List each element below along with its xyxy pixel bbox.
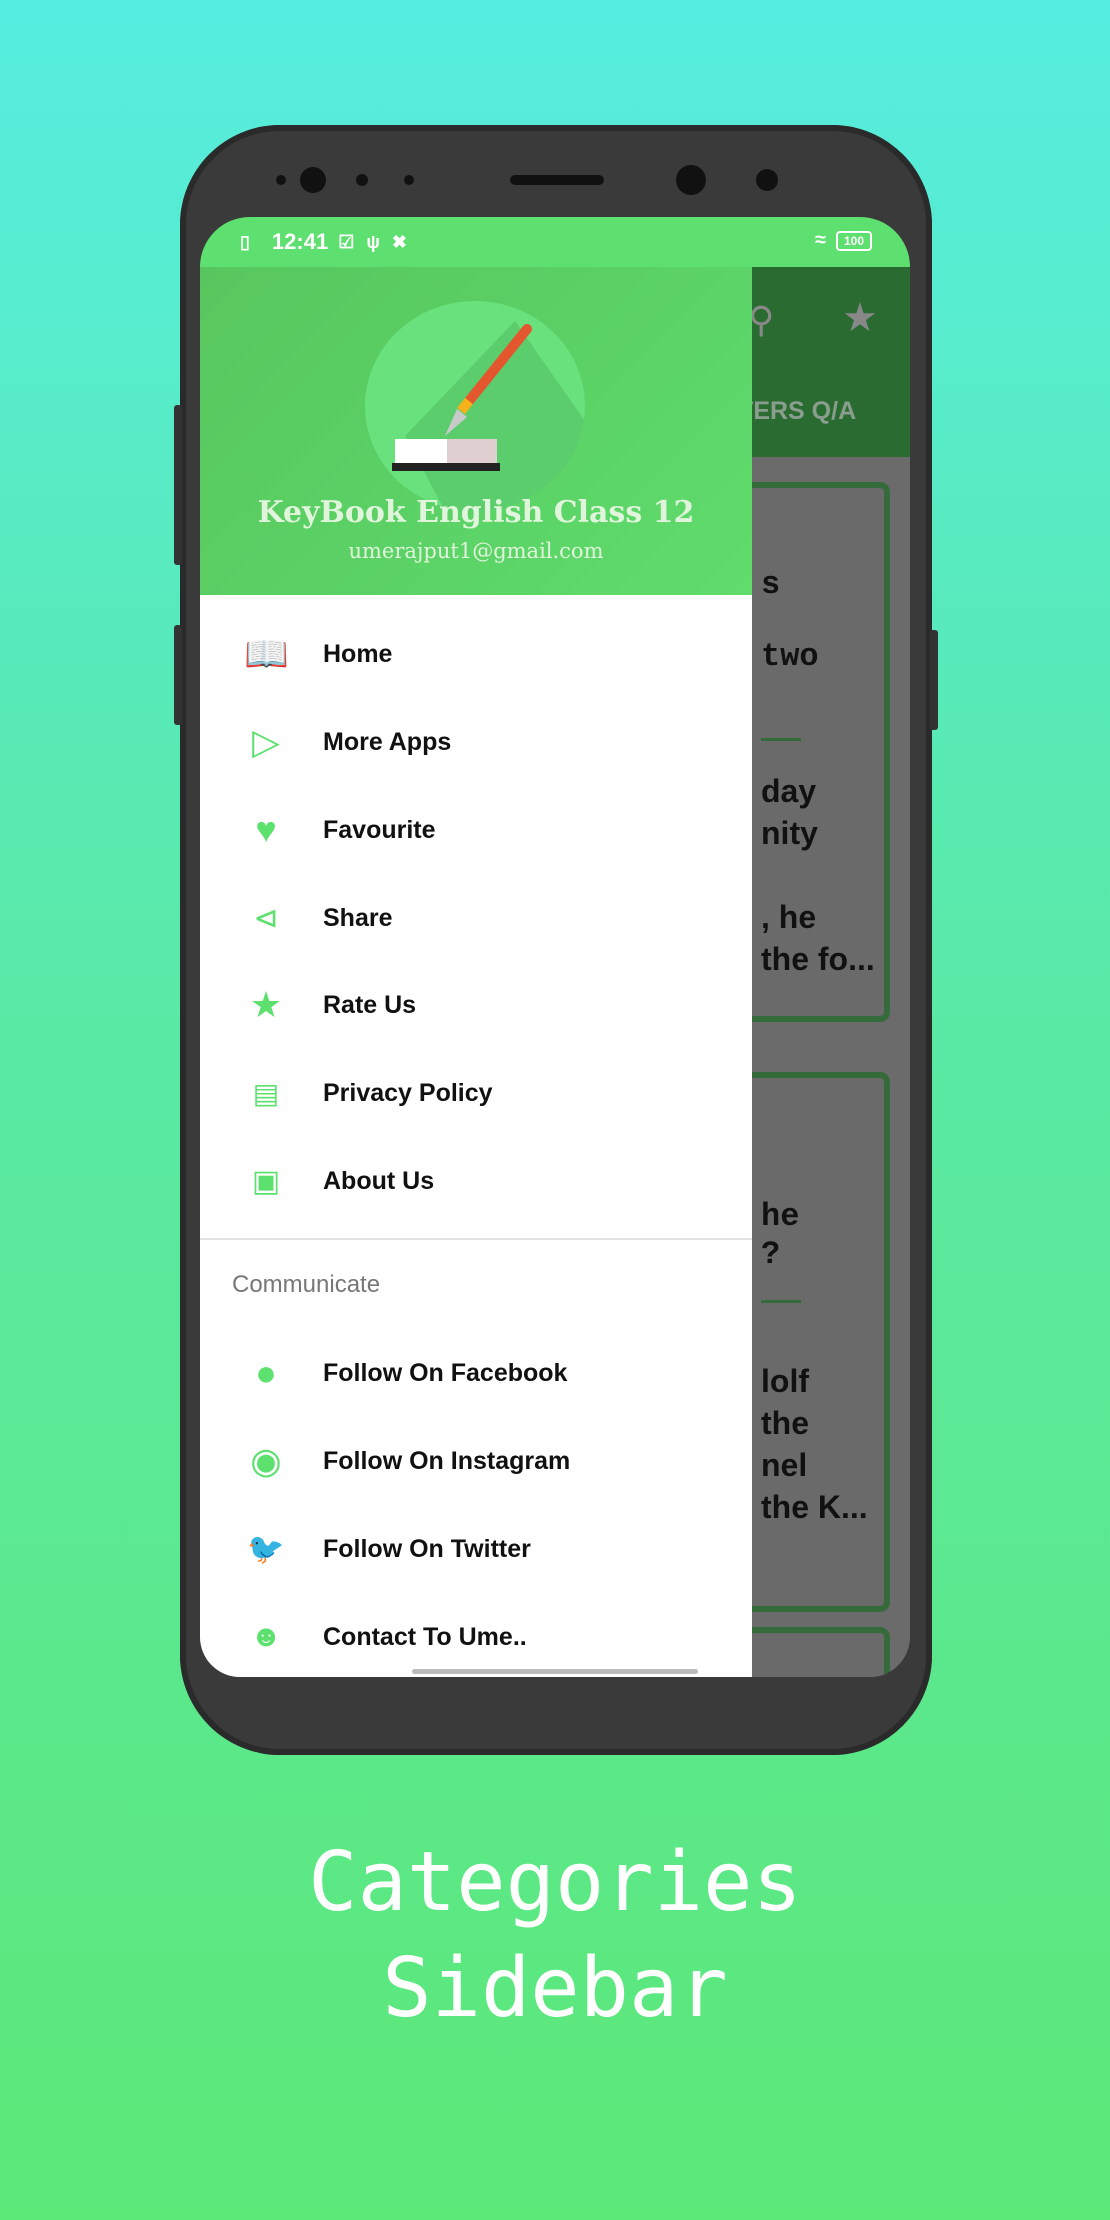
badge-icon: ▣ [251,1164,281,1198]
divider [761,738,801,741]
heart-icon: ♥ [255,809,277,850]
speaker [510,175,604,185]
power-button [930,630,938,730]
app-logo [365,301,585,511]
card-body: day nity , he the fo... [761,773,875,977]
drawer-header: KeyBook English Class 12 umerajput1@gmai… [200,267,752,595]
card-body: lolf the nel the K... [761,1363,868,1525]
divider [761,1300,801,1303]
section-divider [200,1238,752,1240]
usb-icon: ψ [366,231,380,252]
book-open-icon: 📖 [244,633,289,674]
clock: 12:41 [271,229,329,254]
menu-item-more-apps[interactable]: ▷ More Apps [200,702,752,782]
menu-item-home[interactable]: 📖 Home [200,614,752,694]
menu-item-share[interactable]: ⊲ Share [200,878,752,958]
card-title-line: ? [761,1236,781,1273]
volume-button [174,405,182,565]
camera [756,169,778,191]
battery-icon: 100 [835,230,872,251]
user-email: umerajput1@gmail.com [348,539,604,563]
gesture-handle[interactable] [412,1669,698,1674]
screen: ⚲ ★ CTERS Q/A s two day nity , he the fo… [200,217,910,1677]
menu-item-privacy-policy[interactable]: ▤ Privacy Policy [200,1053,752,1133]
menu-item-contact[interactable]: ☻ Contact To Ume.. [200,1597,752,1677]
menu-item-twitter[interactable]: 🐦 Follow On Twitter [200,1509,752,1589]
twitter-icon: 🐦 [247,1532,285,1566]
menu-item-about-us[interactable]: ▣ About Us [200,1141,752,1221]
sensor [276,175,286,185]
menu-item-rate-us[interactable]: ★ Rate Us [200,965,752,1045]
camera [676,165,706,195]
barrier-icon: ▤ [252,1077,280,1109]
side-button [174,625,182,725]
front-camera [300,167,326,193]
menu-item-favourite[interactable]: ♥ Favourite [200,790,752,870]
facebook-icon: ● [255,1352,277,1393]
section-label: Communicate [232,1271,381,1298]
card-title-line: two [761,638,819,675]
play-store-icon: ▷ [252,721,280,762]
star-icon: ★ [249,984,283,1025]
app-title: KeyBook English Class 12 [257,495,695,530]
tools-icon: ✖ [391,231,407,252]
menu-item-facebook[interactable]: ● Follow On Facebook [200,1333,752,1413]
instagram-icon: ◉ [250,1440,282,1481]
sensor [356,174,368,186]
caption-line-1: Categories [308,1835,802,1930]
caption-line-2: Sidebar [382,1941,728,2036]
sensor [404,175,414,185]
card-title-line: he [761,1198,800,1235]
sim-icon: ▯ [240,231,250,252]
check-icon: ☑ [338,231,355,252]
people-icon: ☻ [250,1620,282,1653]
status-bar: ▯ 12:41 ☑ ψ ✖ ≈ 100 [200,217,910,267]
card-title-line: s [761,566,781,603]
wifi-icon: ≈ [814,229,826,251]
share-icon: ⊲ [253,901,279,935]
menu-item-instagram[interactable]: ◉ Follow On Instagram [200,1421,752,1501]
navigation-drawer: KeyBook English Class 12 umerajput1@gmai… [200,267,752,1677]
star-icon[interactable]: ★ [842,295,878,341]
